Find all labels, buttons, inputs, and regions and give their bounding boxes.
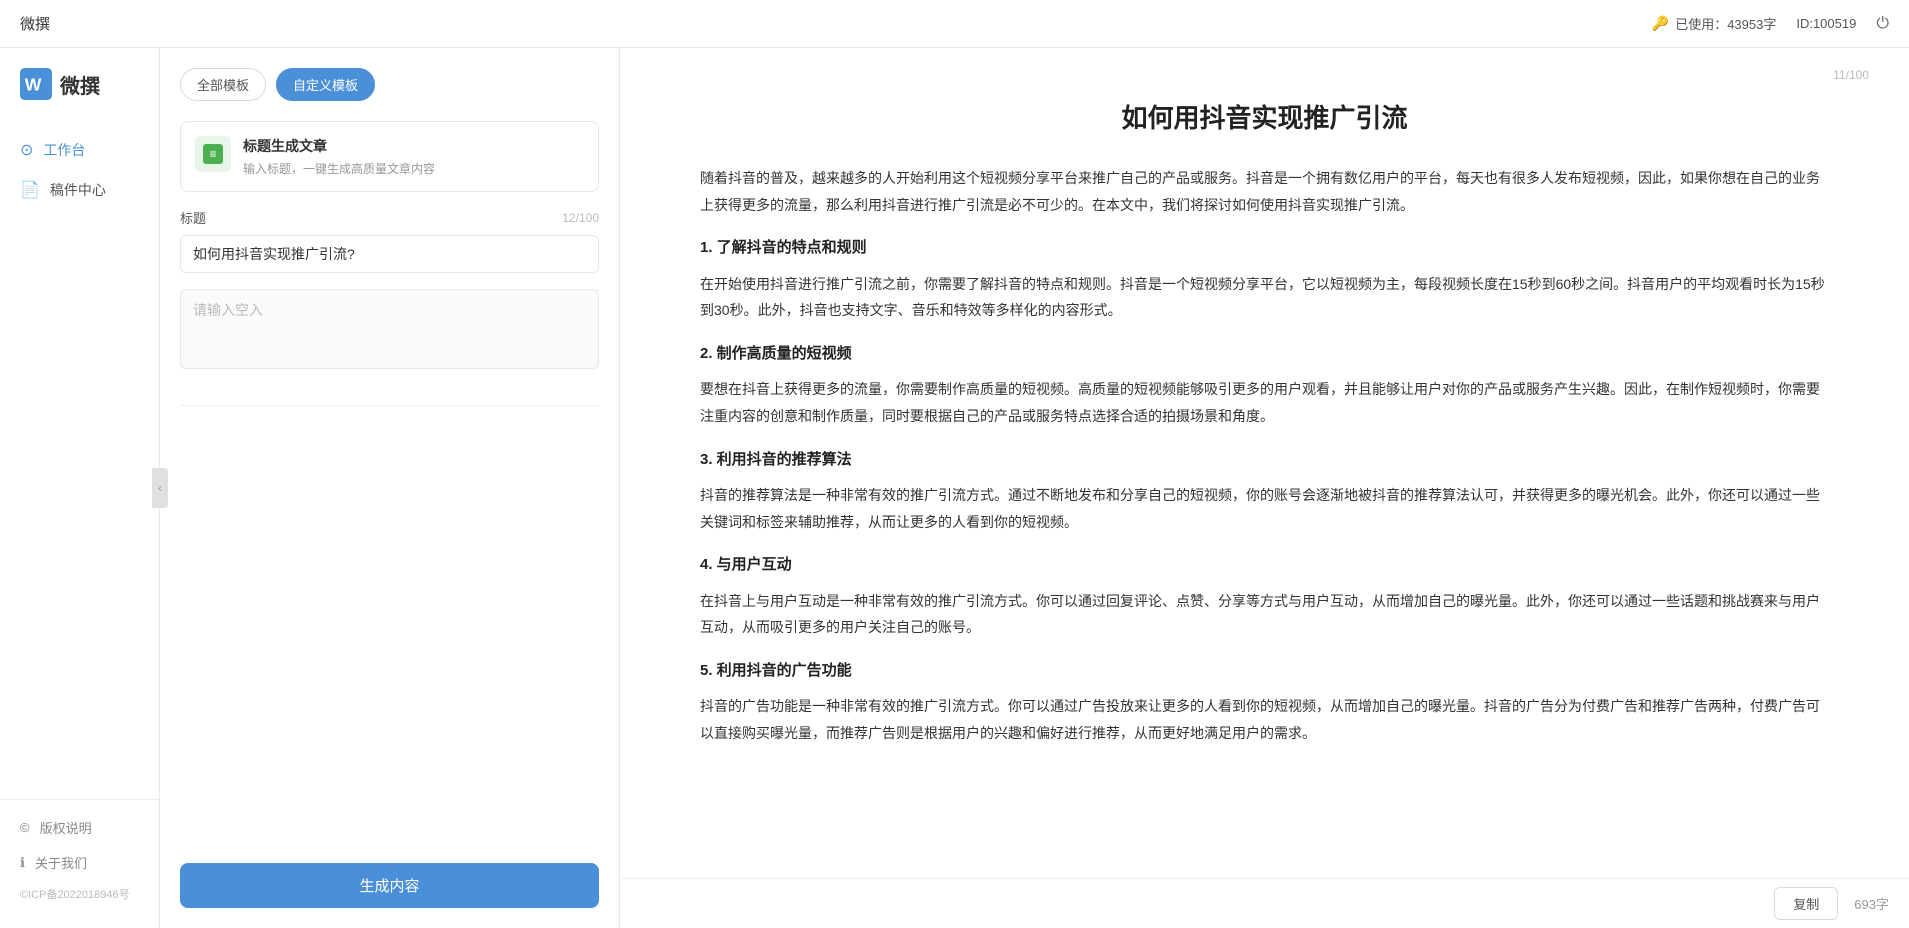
section-content-5: 抖音的广告功能是一种非常有效的推广引流方式。你可以通过广告投放来让更多的人看到你…: [700, 693, 1829, 746]
article-content: 11/100 如何用抖音实现推广引流 随着抖音的普及，越来越多的人开始利用这个短…: [620, 48, 1909, 878]
copy-button[interactable]: 复制: [1774, 887, 1838, 920]
section-heading-3: 3. 利用抖音的推荐算法: [700, 446, 1829, 475]
section-heading-4: 4. 与用户互动: [700, 551, 1829, 580]
usage-info: 🔑 已使用：43953字: [1652, 14, 1777, 33]
key-icon: 🔑: [1652, 15, 1669, 32]
sidebar: W 微撰 ⊙ 工作台 📄 稿件中心 © 版权说明 ℹ 关于我们 ©ICP备202…: [0, 48, 160, 928]
user-id: ID:100519: [1796, 16, 1856, 31]
word-count: 693字: [1854, 894, 1889, 913]
topbar-right: 🔑 已使用：43953字 ID:100519 ⏻: [1652, 14, 1889, 33]
copyright-label: 版权说明: [40, 818, 92, 837]
extra-form-section: 请输入空入: [180, 289, 599, 369]
section-content-2: 要想在抖音上获得更多的流量，你需要制作高质量的短视频。高质量的短视频能够吸引更多…: [700, 376, 1829, 429]
drafts-icon: 📄: [20, 180, 40, 200]
copyright-item[interactable]: © 版权说明: [0, 810, 159, 845]
section-content-4: 在抖音上与用户互动是一种非常有效的推广引流方式。你可以通过回复评论、点赞、分享等…: [700, 588, 1829, 641]
right-footer: 复制 693字: [620, 878, 1909, 928]
title-count: 12/100: [562, 211, 599, 225]
title-label-row: 标题 12/100: [180, 208, 599, 227]
workbench-icon: ⊙: [20, 140, 33, 160]
generate-button[interactable]: 生成内容: [180, 863, 599, 908]
divider: [180, 405, 599, 406]
tab-all[interactable]: 全部模板: [180, 68, 266, 101]
title-label: 标题: [180, 208, 206, 227]
section-heading-1: 1. 了解抖音的特点和规则: [700, 234, 1829, 263]
logo-text: 微撰: [60, 70, 100, 99]
sidebar-item-label-workbench: 工作台: [43, 140, 85, 160]
icp-text: ©ICP备2022018946号: [0, 880, 159, 908]
about-item[interactable]: ℹ 关于我们: [0, 845, 159, 880]
sidebar-item-drafts[interactable]: 📄 稿件中心: [0, 170, 159, 210]
template-info: 标题生成文章 输入标题，一键生成高质量文章内容: [243, 136, 584, 177]
sidebar-bottom: © 版权说明 ℹ 关于我们 ©ICP备2022018946号: [0, 799, 159, 908]
article-title: 如何用抖音实现推广引流: [700, 98, 1829, 135]
about-icon: ℹ: [20, 855, 25, 871]
panels-wrapper: 全部模板 自定义模板 标题生成文章 输入标题，一键生成高质量文章内容 标题 12…: [160, 48, 1909, 928]
template-icon-inner: [203, 144, 223, 164]
usage-text: 已使用：43953字: [1675, 14, 1776, 33]
topbar-title: 微撰: [20, 13, 50, 34]
right-panel: 11/100 如何用抖音实现推广引流 随着抖音的普及，越来越多的人开始利用这个短…: [620, 48, 1909, 928]
section-heading-2: 2. 制作高质量的短视频: [700, 340, 1829, 369]
collapse-toggle[interactable]: ‹: [152, 468, 168, 508]
sidebar-item-workbench[interactable]: ⊙ 工作台: [0, 130, 159, 170]
sidebar-item-label-drafts: 稿件中心: [50, 180, 106, 200]
template-card[interactable]: 标题生成文章 输入标题，一键生成高质量文章内容: [180, 121, 599, 192]
title-form-section: 标题 12/100: [180, 208, 599, 273]
title-input[interactable]: [180, 235, 599, 273]
topbar: 微撰 🔑 已使用：43953字 ID:100519 ⏻: [0, 0, 1909, 48]
section-content-1: 在开始使用抖音进行推广引流之前，你需要了解抖音的特点和规则。抖音是一个短视频分享…: [700, 271, 1829, 324]
page-counter: 11/100: [1833, 68, 1869, 82]
template-desc: 输入标题，一键生成高质量文章内容: [243, 160, 584, 177]
article-body: 随着抖音的普及，越来越多的人开始利用这个短视频分享平台来推广自己的产品或服务。抖…: [700, 165, 1829, 747]
power-icon[interactable]: ⏻: [1876, 15, 1889, 33]
extra-placeholder[interactable]: 请输入空入: [180, 289, 599, 369]
left-panel: 全部模板 自定义模板 标题生成文章 输入标题，一键生成高质量文章内容 标题 12…: [160, 48, 620, 928]
main-layout: W 微撰 ⊙ 工作台 📄 稿件中心 © 版权说明 ℹ 关于我们 ©ICP备202…: [0, 48, 1909, 928]
section-content-3: 抖音的推荐算法是一种非常有效的推广引流方式。通过不断地发布和分享自己的短视频，你…: [700, 482, 1829, 535]
tab-bar: 全部模板 自定义模板: [180, 68, 599, 101]
template-name: 标题生成文章: [243, 136, 584, 156]
section-heading-5: 5. 利用抖音的广告功能: [700, 657, 1829, 686]
tab-custom[interactable]: 自定义模板: [276, 68, 375, 101]
svg-text:W: W: [25, 74, 42, 94]
copyright-icon: ©: [20, 820, 30, 835]
about-label: 关于我们: [35, 853, 87, 872]
logo-area: W 微撰: [0, 68, 159, 130]
template-icon: [195, 136, 231, 172]
intro-paragraph: 随着抖音的普及，越来越多的人开始利用这个短视频分享平台来推广自己的产品或服务。抖…: [700, 165, 1829, 218]
logo-icon: W: [20, 68, 52, 100]
